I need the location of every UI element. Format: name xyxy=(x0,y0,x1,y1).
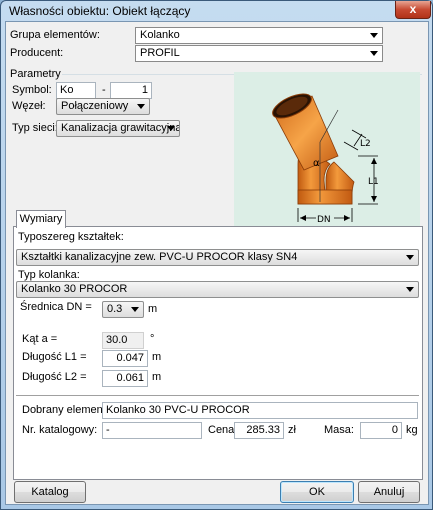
symbol-label: Symbol: xyxy=(12,84,52,96)
kat-label: Kąt a = xyxy=(22,333,58,345)
chevron-down-icon xyxy=(406,255,414,260)
wezel-value: Połączeniowy xyxy=(61,100,129,112)
typ-kolanka-value: Kolanko 30 PROCOR xyxy=(21,283,128,295)
katalog-button[interactable]: Katalog xyxy=(14,481,86,503)
masa-input[interactable]: 0 xyxy=(360,422,402,439)
cena-label: Cena: xyxy=(208,424,238,436)
typ-kolanka-select[interactable]: Kolanko 30 PROCOR xyxy=(16,281,419,298)
cena-input[interactable]: 285.33 xyxy=(234,422,284,439)
l1-length-label: Długość L1 = xyxy=(22,351,87,363)
typ-sieci-select[interactable]: Kanalizacja grawitacyjna xyxy=(56,120,180,137)
l2-label: L2 xyxy=(360,139,371,149)
grupa-label: Grupa elementów: xyxy=(10,29,100,41)
chevron-down-icon xyxy=(167,126,175,131)
typoszereg-label: Typoszereg kształtek: xyxy=(18,231,124,243)
chevron-down-icon xyxy=(131,307,139,312)
window-title: Własności obiektu: Obiekt łączący xyxy=(9,4,191,18)
masa-label: Masa: xyxy=(324,424,354,436)
producent-select[interactable]: PROFIL xyxy=(135,45,383,62)
symbol-input-2[interactable]: 1 xyxy=(110,82,152,99)
wymiary-tab-panel: Typoszereg kształtek: Kształtki kanaliza… xyxy=(13,226,423,480)
chevron-down-icon xyxy=(370,33,378,38)
elbow-pipe-diagram: α L2 L1 DN xyxy=(234,72,420,232)
typoszereg-select[interactable]: Kształtki kanalizacyjne zew. PVC-U PROCO… xyxy=(16,249,419,266)
srednica-unit: m xyxy=(148,303,158,315)
dn-label: DN xyxy=(317,215,331,225)
l2-input[interactable]: 0.061 xyxy=(102,370,148,387)
typ-sieci-value: Kanalizacja grawitacyjna xyxy=(61,122,180,134)
tab-wymiary[interactable]: Wymiary xyxy=(16,210,66,228)
tab-divider xyxy=(16,395,419,396)
producent-label: Producent: xyxy=(10,47,64,59)
typ-kolanka-label: Typ kolanka: xyxy=(18,269,80,281)
kat-value: 30.0 xyxy=(102,332,144,349)
wezel-label: Węzeł: xyxy=(12,100,46,112)
l2-length-label: Długość L2 = xyxy=(22,371,87,383)
elbow-pipe-icon: α L2 L1 DN xyxy=(272,93,379,225)
l1-input[interactable]: 0.047 xyxy=(102,350,148,367)
srednica-value: 0.3 xyxy=(107,303,123,315)
close-button[interactable]: x xyxy=(395,1,431,19)
wezel-select[interactable]: Połączeniowy xyxy=(56,98,150,115)
grupa-value: Kolanko xyxy=(140,29,180,41)
l1-unit: m xyxy=(152,351,162,363)
anuluj-button[interactable]: Anuluj xyxy=(358,481,420,503)
symbol-input-1[interactable]: Ko xyxy=(56,82,96,99)
dobrany-label: Dobrany element: xyxy=(22,404,109,416)
chevron-down-icon xyxy=(406,287,414,292)
dobrany-value[interactable]: Kolanko 30 PVC-U PROCOR xyxy=(102,402,418,419)
alpha-label: α xyxy=(313,158,320,169)
typ-sieci-label: Typ sieci: xyxy=(12,122,58,134)
masa-unit: kg xyxy=(406,424,418,436)
ok-button[interactable]: OK xyxy=(280,481,354,503)
parametry-group-label: Parametry xyxy=(10,68,61,80)
nr-katalogowy-label: Nr. katalogowy: xyxy=(22,424,98,436)
nr-katalogowy-input[interactable]: - xyxy=(102,422,202,439)
producent-value: PROFIL xyxy=(140,47,180,59)
dialog-window: Własności obiektu: Obiekt łączący x Grup… xyxy=(0,0,433,510)
dialog-client: Grupa elementów: Kolanko Producent: PROF… xyxy=(5,21,429,505)
srednica-label: Średnica DN = xyxy=(20,301,92,313)
l2-unit: m xyxy=(152,371,162,383)
cena-unit: zł xyxy=(288,424,296,436)
kat-unit: ° xyxy=(150,333,155,345)
chevron-down-icon xyxy=(370,51,378,56)
typoszereg-value: Kształtki kanalizacyjne zew. PVC-U PROCO… xyxy=(21,251,298,263)
grupa-select[interactable]: Kolanko xyxy=(135,27,383,44)
chevron-down-icon xyxy=(137,104,145,109)
srednica-select[interactable]: 0.3 xyxy=(102,301,144,318)
symbol-dash: - xyxy=(102,84,106,96)
l1-label: L1 xyxy=(368,177,379,187)
